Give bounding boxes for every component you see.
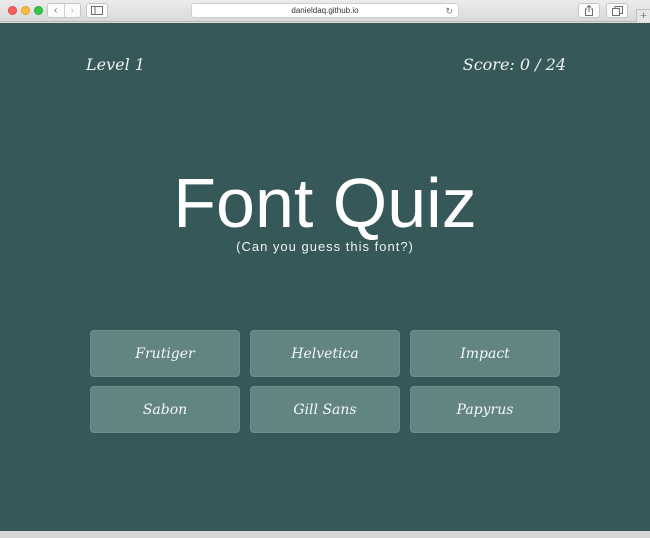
tabs-icon [611,5,623,16]
answer-button-papyrus[interactable]: Papyrus [410,386,560,433]
sidebar-icon [91,6,103,15]
answer-button-helvetica[interactable]: Helvetica [250,330,400,377]
quiz-title: Font Quiz [173,164,477,242]
level-indicator: Level 1 [86,55,145,74]
show-tabs-button[interactable] [606,3,628,18]
back-button[interactable]: ‹ [48,4,64,17]
maximize-window-button[interactable] [34,6,43,15]
answer-button-gill-sans[interactable]: Gill Sans [250,386,400,433]
browser-toolbar: ‹ › danieldaq.github.io ↻ + [0,0,650,22]
share-icon [585,5,593,16]
new-tab-button[interactable]: + [636,9,650,22]
navigation-buttons: ‹ › [47,3,81,18]
sidebar-button[interactable] [86,3,108,18]
reload-icon[interactable]: ↻ [445,5,453,17]
close-window-button[interactable] [8,6,17,15]
minimize-window-button[interactable] [21,6,30,15]
answer-grid: Frutiger Helvetica Impact Sabon Gill San… [90,330,560,433]
quiz-page: Level 1 Score: 0 / 24 Font Quiz (Can you… [0,23,650,531]
share-button[interactable] [578,3,600,18]
quiz-subtitle: (Can you guess this font?) [236,239,414,254]
address-text: danieldaq.github.io [291,6,359,15]
answer-button-frutiger[interactable]: Frutiger [90,330,240,377]
answer-button-impact[interactable]: Impact [410,330,560,377]
address-bar[interactable]: danieldaq.github.io ↻ [191,3,459,18]
score-indicator: Score: 0 / 24 [462,55,566,74]
answer-button-sabon[interactable]: Sabon [90,386,240,433]
window-bottom-edge [0,531,650,538]
forward-button[interactable]: › [63,4,81,17]
